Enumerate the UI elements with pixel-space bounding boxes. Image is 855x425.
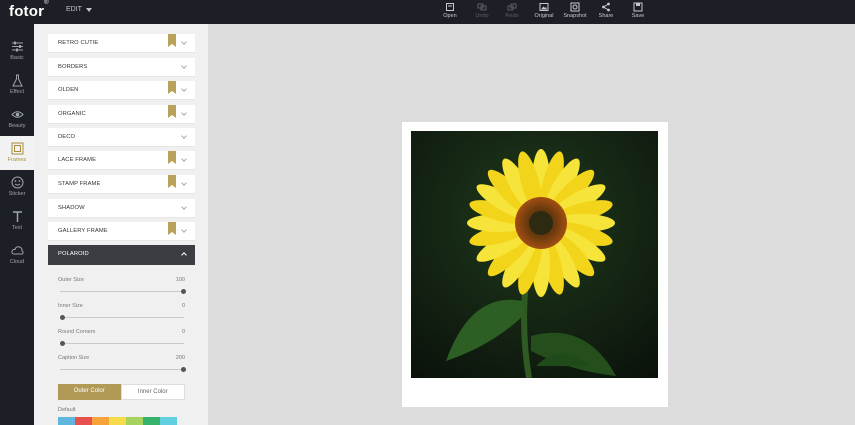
flask-icon <box>11 74 23 87</box>
undo-button[interactable]: Undo <box>468 2 496 24</box>
inner-size-label: Inner Size <box>58 303 83 309</box>
premium-badge-icon <box>168 81 176 94</box>
edit-menu-dropdown[interactable]: EDIT <box>66 6 92 13</box>
snapshot-icon <box>570 2 580 12</box>
sliders-icon <box>11 41 23 52</box>
undo-icon <box>477 3 487 11</box>
inner-size-value: 0 <box>181 303 185 309</box>
inner-size-slider[interactable] <box>60 315 184 320</box>
outer-size-value: 100 <box>175 277 185 283</box>
caption-size-slider[interactable] <box>60 367 186 372</box>
chevron-down-icon <box>181 110 187 116</box>
frame-icon <box>11 142 23 155</box>
slider-handle[interactable] <box>181 367 186 372</box>
frame-category-polaroid[interactable]: POLAROID <box>48 245 195 265</box>
chevron-down-icon <box>181 156 187 162</box>
rail-item-effect[interactable]: Effect <box>0 68 34 102</box>
frame-category-olden[interactable]: OLDEN <box>48 81 195 100</box>
redo-button[interactable]: Redo <box>498 2 526 24</box>
color-swatch[interactable] <box>58 417 75 425</box>
color-palette <box>58 417 177 425</box>
save-button[interactable]: Save <box>624 2 652 24</box>
premium-badge-icon <box>168 34 176 47</box>
frame-category-stamp-frame[interactable]: STAMP FRAME <box>48 175 195 194</box>
color-tabs: Outer Color Inner Color <box>58 384 185 400</box>
premium-badge-icon <box>168 175 176 188</box>
rail-item-cloud[interactable]: Cloud <box>0 238 34 272</box>
round-corners-slider[interactable] <box>60 341 184 346</box>
snapshot-button[interactable]: Snapshot <box>561 2 589 24</box>
rail-item-sticker[interactable]: Sticker <box>0 170 34 204</box>
caption-size-value: 200 <box>175 355 185 361</box>
open-icon <box>446 3 454 11</box>
original-button[interactable]: Original <box>530 2 558 24</box>
save-icon <box>633 2 643 12</box>
palette-label: Default <box>58 407 76 413</box>
color-swatch[interactable] <box>92 417 109 425</box>
eye-icon <box>10 111 24 118</box>
frame-category-deco[interactable]: DECO <box>48 128 195 147</box>
chevron-down-icon <box>181 86 187 92</box>
chevron-down-icon <box>181 39 187 45</box>
color-swatch[interactable] <box>126 417 143 425</box>
frame-category-gallery-frame[interactable]: GALLERY FRAME <box>48 222 195 241</box>
frames-panel: RETRO CUTIE BORDERS OLDEN ORGANIC DECO L… <box>34 24 208 425</box>
chevron-down-icon <box>181 204 187 210</box>
chevron-down-icon <box>85 7 92 12</box>
edit-menu-label: EDIT <box>66 6 82 13</box>
color-swatch[interactable] <box>75 417 92 425</box>
round-corners-label: Round Corners <box>58 329 96 335</box>
frame-category-organic[interactable]: ORGANIC <box>48 105 195 124</box>
outer-size-slider[interactable] <box>60 289 186 294</box>
rail-item-beauty[interactable]: Beauty <box>0 102 34 136</box>
frame-category-lace-frame[interactable]: LACE FRAME <box>48 151 195 170</box>
chevron-down-icon <box>181 180 187 186</box>
share-icon <box>602 2 610 12</box>
redo-icon <box>507 3 517 11</box>
round-corners-value: 0 <box>181 329 185 335</box>
tool-rail: Basic Effect Beauty Frames Sticker Text … <box>0 24 34 425</box>
share-button[interactable]: Share <box>592 2 620 24</box>
sunflower-photo[interactable] <box>411 131 658 378</box>
tab-outer-color[interactable]: Outer Color <box>58 384 121 400</box>
fotor-logo[interactable]: fotor® <box>9 0 49 20</box>
color-swatch[interactable] <box>160 417 177 425</box>
slider-handle[interactable] <box>60 315 65 320</box>
outer-size-label: Outer Size <box>58 277 84 283</box>
rail-item-text[interactable]: Text <box>0 204 34 238</box>
rail-item-frames[interactable]: Frames <box>0 136 34 170</box>
original-icon <box>539 3 549 11</box>
chevron-down-icon <box>181 63 187 69</box>
tab-inner-color[interactable]: Inner Color <box>120 384 185 400</box>
caption-size-label: Caption Size <box>58 355 90 361</box>
text-icon <box>12 211 22 222</box>
chevron-up-icon <box>181 252 187 258</box>
frame-category-borders[interactable]: BORDERS <box>48 58 195 77</box>
premium-badge-icon <box>168 222 176 235</box>
slider-handle[interactable] <box>60 341 65 346</box>
sunflower-image <box>411 131 658 378</box>
sticker-icon <box>11 176 23 189</box>
open-button[interactable]: Open <box>436 2 464 24</box>
frame-category-retro-cutie[interactable]: RETRO CUTIE <box>48 34 195 53</box>
top-toolbar: fotor® EDIT Open Undo Redo Original Snap… <box>0 0 855 24</box>
chevron-down-icon <box>181 133 187 139</box>
color-swatch[interactable] <box>143 417 160 425</box>
chevron-down-icon <box>181 227 187 233</box>
rail-item-basic[interactable]: Basic <box>0 34 34 68</box>
slider-handle[interactable] <box>181 289 186 294</box>
cloud-icon <box>10 246 24 255</box>
color-swatch[interactable] <box>109 417 126 425</box>
premium-badge-icon <box>168 151 176 164</box>
premium-badge-icon <box>168 105 176 118</box>
frame-category-shadow[interactable]: SHADOW <box>48 199 195 218</box>
